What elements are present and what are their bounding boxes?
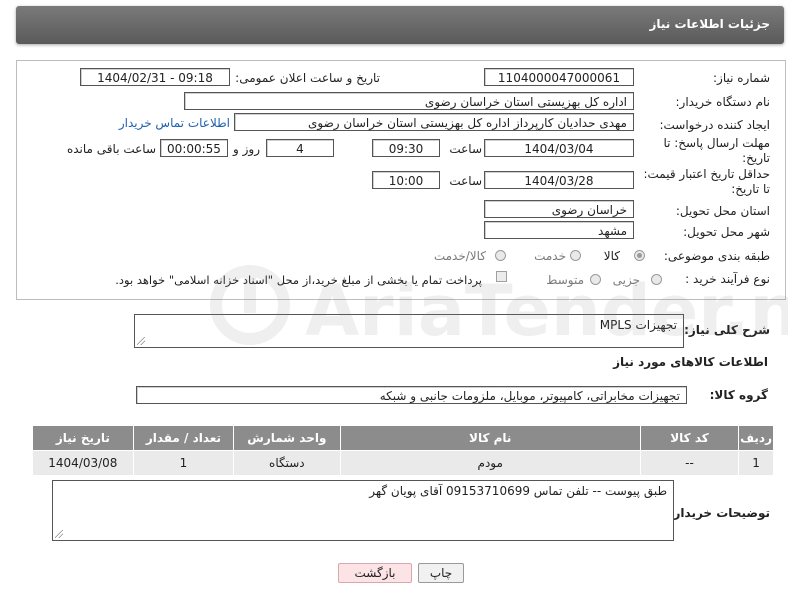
col-unit: واحد شمارش bbox=[233, 425, 341, 451]
buyer-contact-link[interactable]: اطلاعات تماس خریدار bbox=[119, 116, 230, 130]
buyer-notes-text: طبق پیوست -- تلفن تماس 09153710699 آقای … bbox=[369, 484, 667, 498]
payment-treasury-checkbox[interactable] bbox=[496, 271, 507, 282]
cell-name: مودم bbox=[339, 450, 641, 476]
col-need-date: تاریخ نیاز bbox=[32, 425, 134, 451]
time-remaining-field: 00:00:55 bbox=[160, 139, 228, 157]
buyer-org-field: اداره کل بهزیستی استان خراسان رضوی bbox=[184, 92, 634, 110]
buyer-notes-label: توضیحات خریدار: bbox=[668, 506, 770, 520]
cell-unit: دستگاه bbox=[233, 450, 341, 476]
creator-field: مهدی حدادیان کارپرداز اداره کل بهزیستی ا… bbox=[234, 113, 634, 131]
city-field: مشهد bbox=[484, 221, 634, 239]
col-row: ردیف bbox=[738, 425, 774, 451]
page-title: جزئیات اطلاعات نیاز bbox=[649, 17, 770, 31]
page-header: جزئیات اطلاعات نیاز bbox=[16, 6, 784, 44]
creator-label: ایجاد کننده درخواست: bbox=[659, 118, 770, 132]
process-option-medium: متوسط bbox=[546, 273, 584, 287]
category-option-service: خدمت bbox=[534, 249, 566, 263]
payment-note: پرداخت تمام یا بخشی از مبلغ خرید،از محل … bbox=[115, 273, 482, 287]
time-remaining-label: ساعت باقی مانده bbox=[66, 142, 156, 156]
col-quantity: تعداد / مقدار bbox=[132, 425, 235, 451]
description-field: تجهیزات MPLS bbox=[134, 314, 684, 348]
col-name: نام کالا bbox=[339, 425, 641, 451]
city-label: شهر محل تحویل: bbox=[683, 225, 770, 239]
days-label: روز و bbox=[233, 142, 260, 156]
goods-group-field: تجهیزات مخابراتی، کامپیوتر، موبایل، ملزو… bbox=[136, 386, 687, 404]
category-radio-goods[interactable] bbox=[634, 250, 645, 261]
validity-time-field: 10:00 bbox=[372, 171, 440, 189]
back-button[interactable]: بازگشت bbox=[338, 563, 412, 583]
table-header-row: ردیف کد کالا نام کالا واحد شمارش تعداد /… bbox=[32, 425, 774, 451]
items-table: ردیف کد کالا نام کالا واحد شمارش تعداد /… bbox=[32, 425, 774, 476]
need-number-field: 1104000047000061 bbox=[484, 68, 634, 86]
deadline-time-label: ساعت bbox=[449, 142, 482, 156]
process-label: نوع فرآیند خرید : bbox=[685, 272, 770, 286]
category-label: طبقه بندی موضوعی: bbox=[663, 249, 770, 263]
need-number-label: شماره نیاز: bbox=[713, 71, 770, 85]
resize-grip-icon[interactable] bbox=[137, 337, 145, 345]
print-button[interactable]: چاپ bbox=[418, 563, 464, 583]
validity-time-label: ساعت bbox=[449, 174, 482, 188]
category-option-goods: کالا bbox=[603, 249, 620, 263]
category-radio-goods-service[interactable] bbox=[495, 250, 506, 261]
process-radio-medium[interactable] bbox=[590, 274, 601, 285]
process-radio-minor[interactable] bbox=[651, 274, 662, 285]
deadline-label: مهلت ارسال پاسخ: تا bbox=[663, 136, 770, 150]
days-remaining-field: 4 bbox=[266, 139, 334, 157]
goods-group-label: گروه کالا: bbox=[709, 388, 768, 402]
validity-label: حداقل تاریخ اعتبار قیمت: bbox=[643, 167, 770, 181]
description-label: شرح کلی نیاز: bbox=[684, 323, 770, 337]
province-field: خراسان رضوی bbox=[484, 200, 634, 218]
category-radio-service[interactable] bbox=[570, 250, 581, 261]
deadline-date-field: 1404/03/04 bbox=[484, 139, 634, 157]
province-label: استان محل تحویل: bbox=[675, 204, 770, 218]
goods-section-title: اطلاعات کالاهای مورد نیاز bbox=[613, 355, 768, 369]
description-text: تجهیزات MPLS bbox=[599, 318, 677, 332]
resize-grip-icon[interactable] bbox=[55, 530, 63, 538]
buyer-notes-field: طبق پیوست -- تلفن تماس 09153710699 آقای … bbox=[52, 480, 674, 541]
deadline-time-field: 09:30 bbox=[372, 139, 440, 157]
category-option-goods-service: کالا/خدمت bbox=[433, 249, 486, 263]
cell-row: 1 bbox=[738, 450, 774, 476]
validity-date-field: 1404/03/28 bbox=[484, 171, 634, 189]
col-code: کد کالا bbox=[639, 425, 740, 451]
validity-label-date: تا تاریخ: bbox=[731, 182, 770, 196]
announce-label: تاریخ و ساعت اعلان عمومی: bbox=[235, 71, 380, 85]
table-row: 1 -- مودم دستگاه 1 1404/03/08 bbox=[32, 450, 774, 476]
announce-field: 1404/02/31 - 09:18 bbox=[80, 68, 230, 86]
cell-quantity: 1 bbox=[132, 450, 235, 476]
buyer-org-label: نام دستگاه خریدار: bbox=[675, 95, 771, 109]
process-option-minor: جزیی bbox=[612, 273, 640, 287]
cell-need-date: 1404/03/08 bbox=[32, 450, 134, 476]
cell-code: -- bbox=[639, 450, 740, 476]
deadline-label-date: تاریخ: bbox=[742, 151, 770, 165]
